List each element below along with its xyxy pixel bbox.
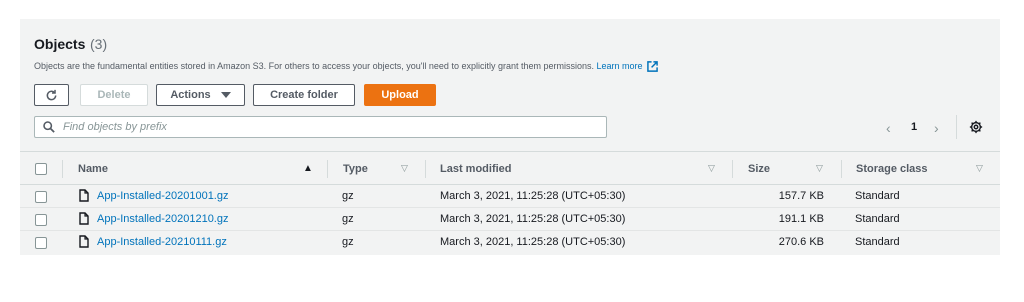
object-last-modified: March 3, 2021, 11:25:28 (UTC+05:30) [440,236,626,248]
learn-more-label: Learn more [596,61,643,71]
page-title: Objects [34,36,86,52]
description-text: Objects are the fundamental entities sto… [34,61,594,71]
object-last-modified: March 3, 2021, 11:25:28 (UTC+05:30) [440,213,626,225]
search-icon [43,121,55,133]
description: Objects are the fundamental entities sto… [34,61,658,72]
column-divider [62,160,63,178]
column-last-modified[interactable]: Last modified [440,163,512,175]
actions-label: Actions [170,89,211,101]
column-divider [327,160,328,178]
select-all-checkbox[interactable] [35,163,47,175]
object-storage-class: Standard [855,213,900,225]
object-type: gz [342,190,354,202]
objects-panel: Objects (3) Objects are the fundamental … [20,19,1000,255]
file-icon [79,212,89,225]
search-input[interactable] [61,120,585,134]
learn-more-link[interactable]: Learn more [596,61,658,72]
object-type: gz [342,213,354,225]
object-last-modified: March 3, 2021, 11:25:28 (UTC+05:30) [440,190,626,202]
external-link-icon [646,61,658,72]
object-count: (3) [90,36,108,52]
create-folder-button[interactable]: Create folder [253,84,355,106]
sort-icon[interactable]: ▽ [708,163,715,174]
object-storage-class: Standard [855,236,900,248]
column-type[interactable]: Type [343,163,368,175]
current-page[interactable]: 1 [911,121,917,133]
search-box[interactable] [34,116,607,138]
object-type: gz [342,236,354,248]
object-name-link[interactable]: App-Installed-20201001.gz [97,190,228,202]
table-row[interactable]: App-Installed-20201001.gz gz March 3, 20… [20,185,1000,208]
row-checkbox[interactable] [35,214,47,226]
table-header: Name ▲ Type ▽ Last modified ▽ Size ▽ Sto… [20,151,1000,185]
object-name-link[interactable]: App-Installed-20201210.gz [97,213,228,225]
object-storage-class: Standard [855,190,900,202]
actions-button[interactable]: Actions [156,84,245,106]
file-icon [79,235,89,248]
object-name-link[interactable]: App-Installed-20210111.gz [97,236,227,248]
column-size[interactable]: Size [748,163,770,175]
row-checkbox[interactable] [35,237,47,249]
object-size: 157.7 KB [778,190,824,202]
column-divider [425,160,426,178]
row-checkbox[interactable] [35,191,47,203]
sort-icon[interactable]: ▽ [816,163,823,174]
object-size: 270.6 KB [778,236,824,248]
table-row[interactable]: App-Installed-20210111.gz gz March 3, 20… [20,231,1000,254]
gear-icon[interactable] [969,120,983,134]
object-size: 191.1 KB [778,213,824,225]
column-name[interactable]: Name [78,163,108,175]
prev-page-button[interactable]: ‹ [886,120,891,136]
sort-icon[interactable]: ▽ [401,163,408,174]
next-page-button[interactable]: › [934,120,939,136]
column-divider [841,160,842,178]
delete-button[interactable]: Delete [80,84,148,106]
refresh-icon [46,89,57,100]
caret-down-icon [220,92,231,98]
table-row[interactable]: App-Installed-20201210.gz gz March 3, 20… [20,208,1000,231]
sort-icon[interactable]: ▽ [976,163,983,174]
refresh-button[interactable] [34,84,69,106]
column-divider [732,160,733,178]
file-icon [79,189,89,202]
divider [956,115,957,139]
upload-button[interactable]: Upload [364,84,436,106]
sort-ascending-icon[interactable]: ▲ [303,163,313,174]
column-storage-class[interactable]: Storage class [856,163,928,175]
